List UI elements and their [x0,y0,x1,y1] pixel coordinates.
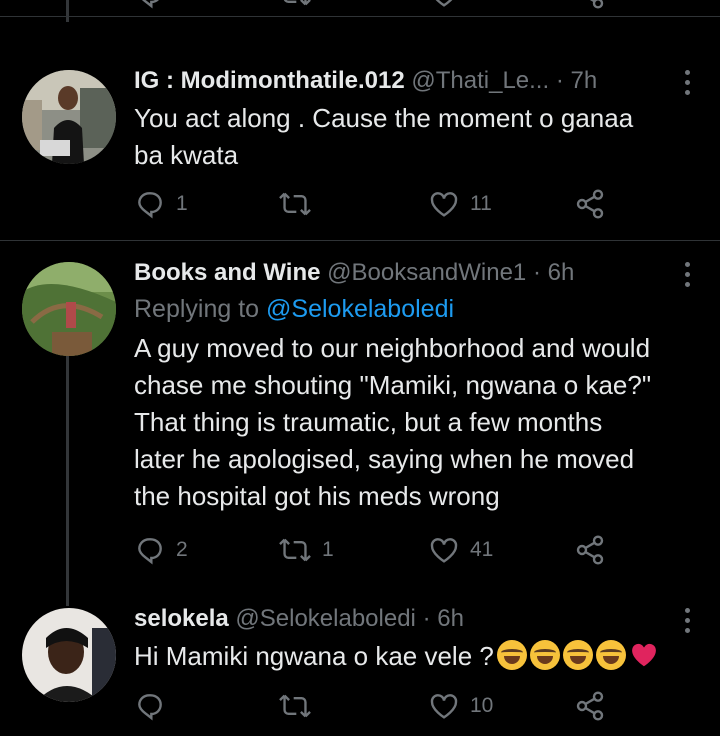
tweet-text-line: the hospital got his meds wrong [134,481,500,511]
tweet-content: IG : Modimonthatile.012 @Thati_Le... · 7… [134,66,694,174]
like-button[interactable]: 10 [428,690,493,722]
retweet-icon [279,192,311,216]
display-name[interactable]: IG : Modimonthatile.012 [134,67,405,94]
like-icon [430,694,458,719]
tweet-actions: 10 [0,690,720,730]
reply-button[interactable]: 2 [134,0,188,10]
display-name[interactable]: Books and Wine [134,259,320,286]
like-button[interactable]: 11 [428,188,492,220]
tweet-text: You act along . Cause the moment o ganaa… [134,100,694,174]
tweet-actions: 1 11 [0,188,720,228]
tweet-text-line: chase me shouting "Mamiki, ngwana o kae?… [134,370,652,400]
share-button[interactable] [574,188,606,220]
tweet-text-line: ba kwata [134,140,239,170]
retweet-button[interactable] [278,188,322,220]
reply-button[interactable]: 2 [134,534,188,566]
face-with-tears-of-joy-icon [562,640,593,670]
tweet-text-line: A guy moved to our neighborhood and woul… [134,333,651,363]
handle[interactable]: @Thati_Le... [411,67,549,94]
more-icon-dot [684,272,690,277]
reply-button[interactable] [134,690,176,722]
avatar[interactable] [22,262,116,356]
tweet-header: selokela @Selokelaboledi · 6h [134,604,694,634]
reply-count: 2 [176,538,188,561]
tweet-text-line: later he apologised, saying when he move… [134,444,635,474]
face-with-tears-of-joy-icon [496,640,527,670]
tweet-content: Books and Wine @BooksandWine1 · 6h Reply… [134,258,694,515]
tweet-text-line: That thing is traumatic, but a few month… [134,407,603,437]
retweet-button[interactable] [278,690,322,722]
red-heart-icon [631,643,656,667]
like-count: 11 [470,192,492,215]
avatar[interactable] [22,70,116,164]
more-button[interactable] [682,608,692,633]
retweet-button[interactable]: 1 [278,534,334,566]
tweet-text-line: You act along . Cause the moment o ganaa [134,103,634,133]
more-button[interactable] [682,262,692,287]
like-count: 10 [470,694,494,717]
retweet-button[interactable] [278,0,312,10]
retweet-icon [279,694,311,718]
like-button[interactable] [428,0,460,10]
reply-icon [141,0,159,9]
tweet[interactable]: IG : Modimonthatile.012 @Thati_Le... · 7… [0,66,720,240]
share-icon [576,189,604,219]
more-icon-dot [684,282,690,287]
reply-button[interactable]: 1 [134,188,188,220]
reply-count: 2 [176,0,188,6]
tweet-header: IG : Modimonthatile.012 @Thati_Le... · 7… [134,66,694,96]
replying-to-label: Replying to [134,295,267,323]
more-button[interactable] [682,70,692,95]
retweet-icon [283,0,311,6]
share-icon [576,691,604,721]
more-icon-dot [684,80,690,85]
thread-line [66,356,69,606]
like-count: 41 [470,538,494,561]
like-icon [430,192,458,217]
reply-icon [138,694,162,721]
divider [0,240,720,241]
more-icon-dot [684,70,690,75]
handle[interactable]: @BooksandWine1 [327,259,526,286]
avatar[interactable] [22,608,116,702]
retweet-count: 1 [322,538,334,561]
more-icon-dot [684,90,690,95]
divider [0,16,720,17]
share-button[interactable] [574,0,606,10]
share-icon [589,0,604,9]
replying-to-handle[interactable]: @Selokelaboledi [266,295,454,323]
like-icon [430,538,458,563]
tweet[interactable]: selokela @Selokelaboledi · 6h Hi Mamiki … [0,604,720,736]
tweet-text-line: Hi Mamiki ngwana o kae vele ? [134,641,494,671]
tweet-header: Books and Wine @BooksandWine1 · 6h [134,258,694,288]
more-icon-dot [684,628,690,633]
thread-line-top [66,0,69,22]
handle[interactable]: @Selokelaboledi [235,605,415,632]
retweet-icon [279,538,311,562]
reply-icon [138,192,162,219]
reply-count: 1 [176,192,188,215]
tweet-text: Hi Mamiki ngwana o kae vele ? [134,638,694,675]
more-icon-dot [684,608,690,613]
share-icon [576,535,604,565]
face-with-tears-of-joy-icon [529,640,560,670]
display-name[interactable]: selokela [134,605,229,632]
timestamp[interactable]: · 7h [556,67,597,94]
tweet-actions: 2 1 41 [0,534,720,574]
share-button[interactable] [574,690,606,722]
more-icon-dot [684,262,690,267]
tweet[interactable]: Books and Wine @BooksandWine1 · 6h Reply… [0,258,720,598]
timestamp[interactable]: · 6h [423,605,464,632]
tweet-text: A guy moved to our neighborhood and woul… [134,330,694,515]
face-with-tears-of-joy-icon [595,640,626,670]
replying-to: Replying to @Selokelaboledi [134,292,694,326]
like-button[interactable]: 41 [428,534,493,566]
more-icon-dot [684,618,690,623]
share-button[interactable] [574,534,606,566]
tweet-content: selokela @Selokelaboledi · 6h Hi Mamiki … [134,604,694,675]
reply-icon [138,538,162,565]
timestamp[interactable]: · 6h [533,259,574,286]
like-icon [435,0,453,7]
